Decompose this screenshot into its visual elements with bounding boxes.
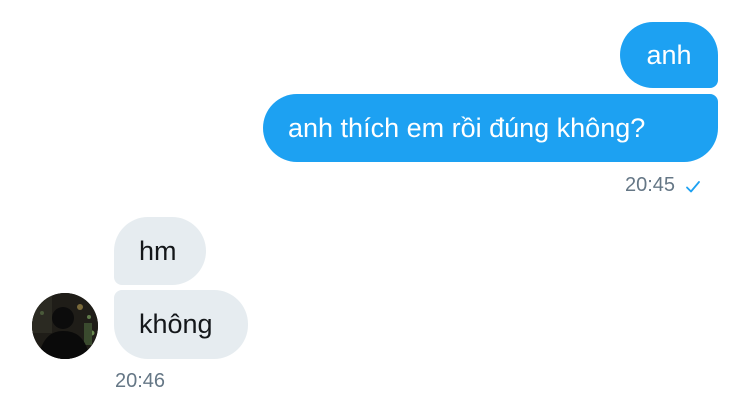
sent-message-bubble[interactable]: anh (620, 22, 718, 88)
message-text: anh thích em rồi đúng không? (288, 112, 646, 143)
message-text: hm (139, 235, 177, 266)
received-message-timestamp: 20:46 (115, 370, 166, 392)
sent-message-meta: 20:45 (625, 174, 701, 197)
received-message-bubble[interactable]: không (114, 290, 248, 359)
message-text: anh (646, 39, 692, 70)
message-text: không (139, 309, 213, 339)
checkmark-icon (685, 178, 701, 194)
sent-message-bubble[interactable]: anh thích em rồi đúng không? (263, 94, 718, 162)
message-timestamp: 20:45 (625, 174, 676, 196)
received-message-bubble[interactable]: hm (114, 217, 206, 285)
avatar[interactable] (32, 293, 98, 359)
